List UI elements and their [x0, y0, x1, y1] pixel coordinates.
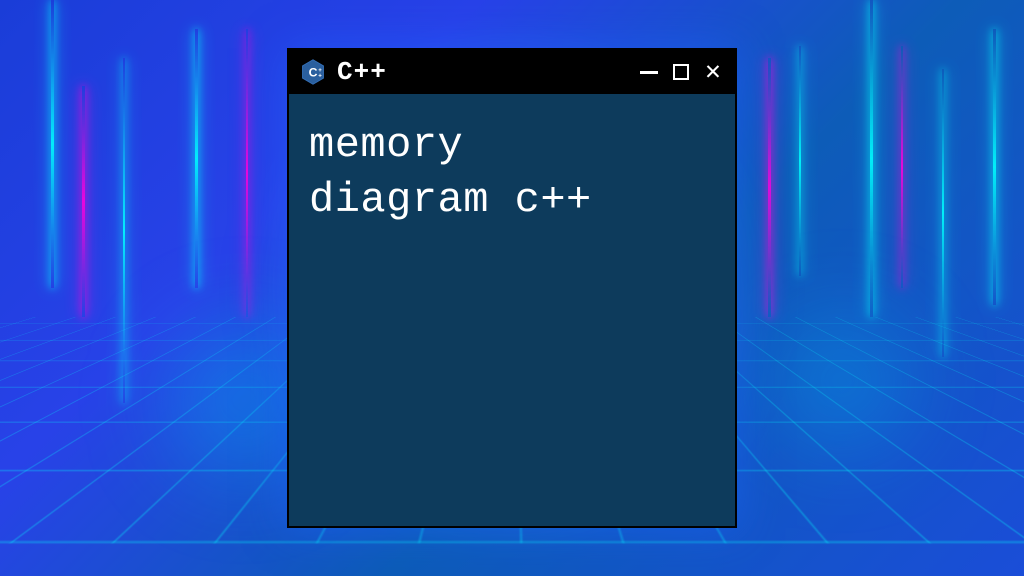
cpp-logo-icon: C + + [299, 58, 327, 86]
window-title: C++ [337, 57, 387, 87]
close-icon: ✕ [705, 59, 721, 85]
close-button[interactable]: ✕ [701, 60, 725, 84]
window-titlebar[interactable]: C + + C++ ✕ [289, 50, 735, 94]
terminal-text: memory diagram c++ [309, 118, 715, 227]
terminal-window: C + + C++ ✕ memory diagram c++ [287, 48, 737, 528]
terminal-content-area[interactable]: memory diagram c++ [289, 94, 735, 526]
maximize-button[interactable] [669, 60, 693, 84]
svg-text:C: C [309, 65, 318, 79]
titlebar-left-group: C + + C++ [299, 57, 387, 87]
maximize-icon [673, 64, 689, 80]
glow-decoration [762, 301, 922, 461]
minimize-button[interactable] [637, 60, 661, 84]
minimize-icon [640, 71, 658, 74]
window-controls-group: ✕ [637, 60, 725, 84]
svg-text:+: + [318, 72, 322, 79]
terminal-line-2: diagram c++ [309, 173, 715, 228]
terminal-line-1: memory [309, 118, 715, 173]
